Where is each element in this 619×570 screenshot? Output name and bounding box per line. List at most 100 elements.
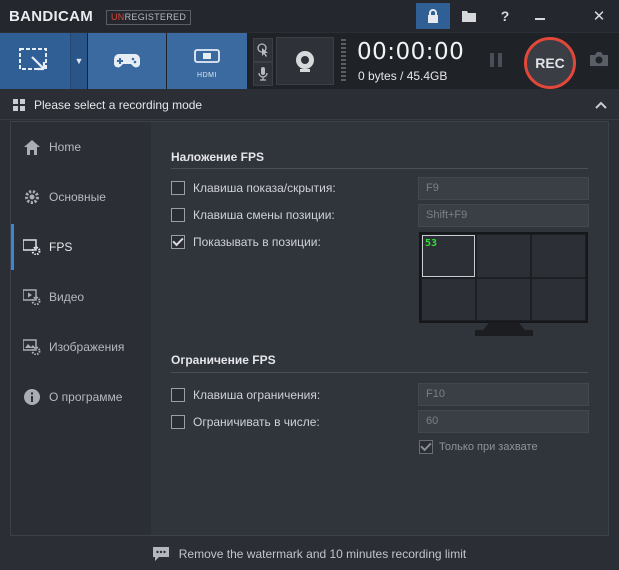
limit-to-row: Ограничивать в числе: — [171, 413, 320, 431]
limit-key-field[interactable]: F10 — [418, 383, 589, 406]
record-button[interactable]: REC — [524, 37, 576, 89]
chat-bubble-icon — [152, 546, 169, 561]
position-key-checkbox[interactable] — [171, 208, 185, 222]
show-at-position-label: Показывать в позиции: — [193, 235, 321, 249]
game-mode-button[interactable] — [88, 33, 166, 89]
sidebar-item-general[interactable]: Основные — [11, 174, 151, 220]
gear-icon — [23, 188, 41, 206]
pause-icon-bar — [498, 53, 502, 67]
gamepad-icon — [114, 54, 140, 68]
screen-mode-button[interactable] — [0, 33, 70, 89]
show-hide-key-field[interactable]: F9 — [418, 177, 589, 200]
badge-rest-part: REGISTERED — [124, 12, 187, 22]
minimize-icon — [535, 18, 545, 20]
info-icon — [23, 388, 41, 406]
only-capture-label: Только при захвате — [439, 441, 538, 453]
show-hide-key-label: Клавиша показа/скрытия: — [193, 181, 336, 195]
section-divider — [171, 168, 588, 169]
unregistered-badge[interactable]: UNREGISTERED — [106, 10, 192, 25]
sidebar-item-label: Home — [49, 140, 82, 154]
microphone-icon — [258, 67, 268, 81]
position-key-label: Клавиша смены позиции: — [193, 208, 335, 222]
limit-to-field[interactable]: 60 — [418, 410, 589, 433]
sidebar-item-images[interactable]: Изображения — [11, 324, 151, 370]
badge-red-part: UN — [111, 12, 125, 22]
video-icon — [23, 288, 41, 306]
screen-rect-icon — [19, 48, 47, 71]
help-icon: ? — [500, 8, 510, 24]
position-selector-monitor: 53 — [419, 232, 588, 323]
chevron-up-icon — [595, 101, 607, 109]
cursor-icon — [257, 43, 268, 57]
hdmi-device-icon — [194, 49, 220, 63]
show-hide-key-row: Клавиша показа/скрытия: — [171, 179, 336, 197]
sidebar-item-label: FPS — [49, 240, 73, 254]
recording-mode-bar[interactable]: Please select a recording mode — [0, 90, 619, 120]
sidebar-item-home[interactable]: Home — [11, 124, 151, 170]
hdmi-label: HDMI — [197, 72, 217, 79]
show-at-position-checkbox[interactable] — [171, 235, 185, 249]
folder-button[interactable] — [452, 3, 486, 29]
watermark-promo-bar[interactable]: Remove the watermark and 10 minutes reco… — [0, 537, 619, 570]
webcam-icon — [296, 51, 314, 72]
position-cell-bottom-center[interactable] — [477, 278, 530, 320]
lock-button[interactable] — [416, 3, 450, 29]
position-cell-bottom-right[interactable] — [532, 278, 585, 320]
close-button[interactable]: ✕ — [582, 3, 616, 29]
fps-overlay-heading: Наложение FPS — [171, 150, 264, 164]
show-hide-key-checkbox[interactable] — [171, 181, 185, 195]
monitor-base — [475, 330, 533, 336]
only-capture-row: Только при захвате — [419, 440, 538, 454]
microphone-button[interactable] — [253, 62, 273, 86]
minimize-button[interactable] — [523, 3, 557, 29]
file-size-readout: 0 bytes / 45.4GB — [358, 69, 448, 83]
app-logo: BANDICAM — [9, 8, 94, 25]
folder-icon — [462, 11, 476, 22]
position-key-row: Клавиша смены позиции: — [171, 206, 335, 224]
sidebar-item-video[interactable]: Видео — [11, 274, 151, 320]
webcam-button[interactable] — [276, 37, 334, 85]
pause-icon-bar — [490, 53, 494, 67]
settings-panel: Home Основные FPS Видео Изображения О пр… — [10, 121, 609, 536]
sidebar-item-label: О программе — [49, 390, 123, 404]
footer-text: Remove the watermark and 10 minutes reco… — [178, 546, 467, 561]
cursor-effect-button[interactable] — [253, 38, 273, 62]
position-cell-bottom-left[interactable] — [422, 278, 475, 320]
limit-key-row: Клавиша ограничения: — [171, 386, 320, 404]
title-bar: BANDICAM UNREGISTERED ? ✕ — [0, 0, 619, 32]
limit-key-label: Клавиша ограничения: — [193, 388, 321, 402]
sidebar-item-label: Видео — [49, 290, 85, 304]
fps-icon — [23, 238, 41, 256]
position-cell-top-right[interactable] — [532, 235, 585, 277]
mode-dropdown-button[interactable]: ▼ — [70, 33, 87, 89]
fps-preview-number: 53 — [425, 238, 438, 249]
limit-key-checkbox[interactable] — [171, 388, 185, 402]
position-cell-top-center[interactable] — [477, 235, 530, 277]
sidebar-item-about[interactable]: О программе — [11, 374, 151, 420]
mode-bar-title: Please select a recording mode — [34, 98, 203, 112]
section-divider — [171, 372, 588, 373]
close-icon: ✕ — [592, 8, 606, 25]
home-icon — [23, 138, 41, 156]
audio-level-meter — [341, 39, 346, 83]
device-mode-button[interactable]: HDMI — [167, 33, 247, 89]
screenshot-button[interactable] — [589, 51, 609, 70]
image-icon — [23, 338, 41, 356]
collapse-button[interactable] — [595, 98, 607, 112]
sidebar-item-label: Изображения — [49, 340, 125, 354]
help-button[interactable]: ? — [488, 3, 522, 29]
camera-icon — [590, 52, 608, 66]
sidebar: Home Основные FPS Видео Изображения О пр… — [11, 122, 151, 535]
chevron-down-icon: ▼ — [74, 56, 84, 66]
pause-button[interactable] — [490, 53, 506, 71]
position-key-field[interactable]: Shift+F9 — [418, 204, 589, 227]
position-cell-top-left[interactable]: 53 — [422, 235, 475, 277]
fps-settings-pane: Наложение FPS Клавиша показа/скрытия: F9… — [151, 122, 608, 535]
sidebar-item-label: Основные — [49, 190, 106, 204]
sidebar-item-fps[interactable]: FPS — [11, 224, 151, 270]
only-capture-checkbox[interactable] — [419, 440, 433, 454]
recording-timer: 00:00:00 — [357, 39, 465, 65]
grid-icon — [13, 99, 25, 111]
limit-to-checkbox[interactable] — [171, 415, 185, 429]
lock-icon — [428, 9, 438, 23]
